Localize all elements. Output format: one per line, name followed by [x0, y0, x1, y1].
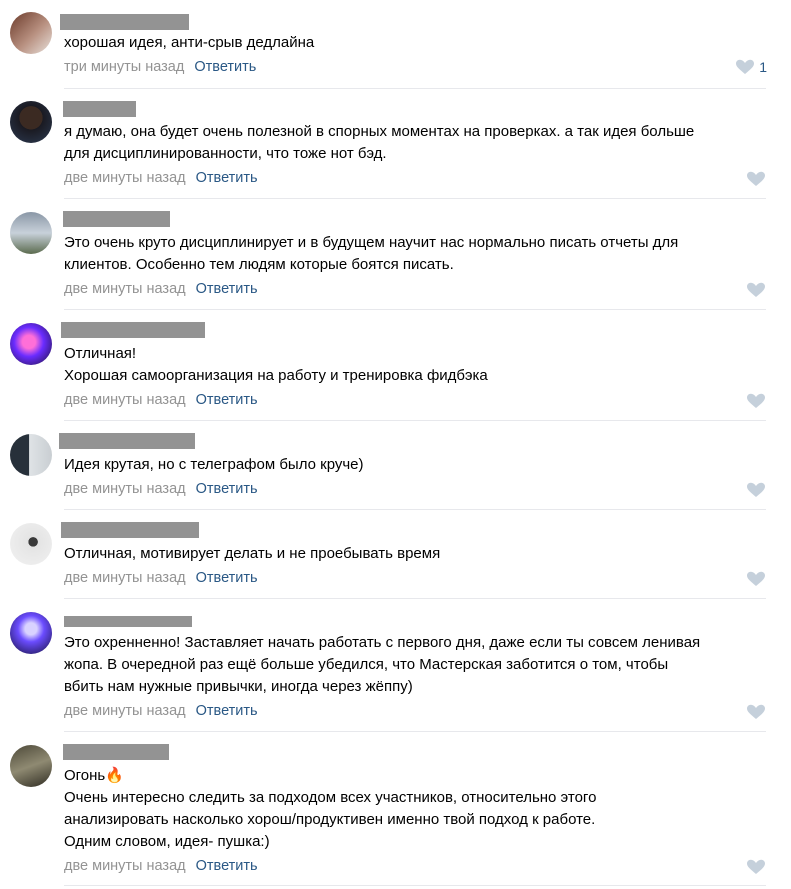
comment-time: две минуты назад	[64, 481, 186, 497]
author-name-redacted[interactable]	[60, 14, 189, 30]
comment-separator	[64, 731, 766, 732]
comment-time: две минуты назад	[64, 392, 186, 408]
author-name-redacted[interactable]	[61, 522, 199, 538]
comment-meta: две минуты назад Ответить	[64, 856, 258, 876]
author-name-redacted[interactable]	[63, 744, 169, 760]
comment-meta: две минуты назад Ответить	[64, 390, 258, 410]
author-name-redacted[interactable]	[61, 322, 205, 338]
comment-meta: две минуты назад Ответить	[64, 168, 258, 188]
avatar[interactable]	[10, 434, 52, 476]
comment-separator	[64, 885, 766, 886]
author-name-redacted[interactable]	[63, 101, 136, 117]
comment-text: Это охренненно! Заставляет начать работа…	[64, 634, 701, 695]
comment-separator	[64, 598, 766, 599]
avatar[interactable]	[10, 745, 52, 787]
comment-text: Отличная! Хорошая самоорганизация на раб…	[64, 345, 488, 384]
comment-separator	[64, 420, 766, 421]
heart-icon[interactable]	[746, 171, 766, 187]
comment-text: Отличная, мотивирует делать и не проебыв…	[64, 545, 441, 562]
comment-meta: две минуты назад Ответить	[64, 701, 258, 721]
avatar[interactable]	[10, 323, 52, 365]
reply-link[interactable]: Ответить	[196, 281, 258, 297]
comment-separator	[64, 509, 766, 510]
comment-separator	[64, 88, 766, 89]
heart-icon[interactable]	[735, 59, 755, 75]
comment-text: я думаю, она будет очень полезной в спор…	[64, 123, 695, 162]
comment-time: две минуты назад	[64, 281, 186, 297]
comment-text: Огонь🔥 Очень интересно следить за подход…	[64, 767, 597, 850]
heart-icon[interactable]	[746, 282, 766, 298]
author-name-redacted[interactable]	[63, 211, 170, 227]
comment-text: Это очень круто дисциплинирует и в будущ…	[64, 234, 679, 273]
comment-separator	[64, 198, 766, 199]
avatar[interactable]	[10, 212, 52, 254]
comment-separator	[64, 309, 766, 310]
comment-meta: две минуты назад Ответить	[64, 279, 258, 299]
comment-time: две минуты назад	[64, 170, 186, 186]
reply-link[interactable]: Ответить	[196, 570, 258, 586]
author-name-redacted[interactable]	[64, 616, 192, 627]
avatar[interactable]	[10, 12, 52, 54]
heart-icon[interactable]	[746, 393, 766, 409]
comment-text: Идея крутая, но с телеграфом было круче)	[64, 456, 364, 473]
comment-meta: две минуты назад Ответить	[64, 479, 258, 499]
comment-meta: три минуты назад Ответить	[64, 57, 256, 77]
avatar[interactable]	[10, 612, 52, 654]
comment-text: хорошая идея, анти-срыв дедлайна	[64, 34, 315, 51]
reply-link[interactable]: Ответить	[196, 858, 258, 874]
heart-icon[interactable]	[746, 571, 766, 587]
reply-link[interactable]: Ответить	[196, 392, 258, 408]
author-name-redacted[interactable]	[59, 433, 195, 449]
comment-time: три минуты назад	[64, 59, 185, 75]
reply-link[interactable]: Ответить	[194, 59, 256, 75]
comment-time: две минуты назад	[64, 703, 186, 719]
avatar[interactable]	[10, 101, 52, 143]
comment-time: две минуты назад	[64, 858, 186, 874]
heart-icon[interactable]	[746, 859, 766, 875]
like-count: 1	[759, 59, 767, 75]
comment-meta: две минуты назад Ответить	[64, 568, 258, 588]
heart-icon[interactable]	[746, 704, 766, 720]
reply-link[interactable]: Ответить	[196, 481, 258, 497]
avatar[interactable]	[10, 523, 52, 565]
comment-time: две минуты назад	[64, 570, 186, 586]
heart-icon[interactable]	[746, 482, 766, 498]
reply-link[interactable]: Ответить	[196, 170, 258, 186]
reply-link[interactable]: Ответить	[196, 703, 258, 719]
